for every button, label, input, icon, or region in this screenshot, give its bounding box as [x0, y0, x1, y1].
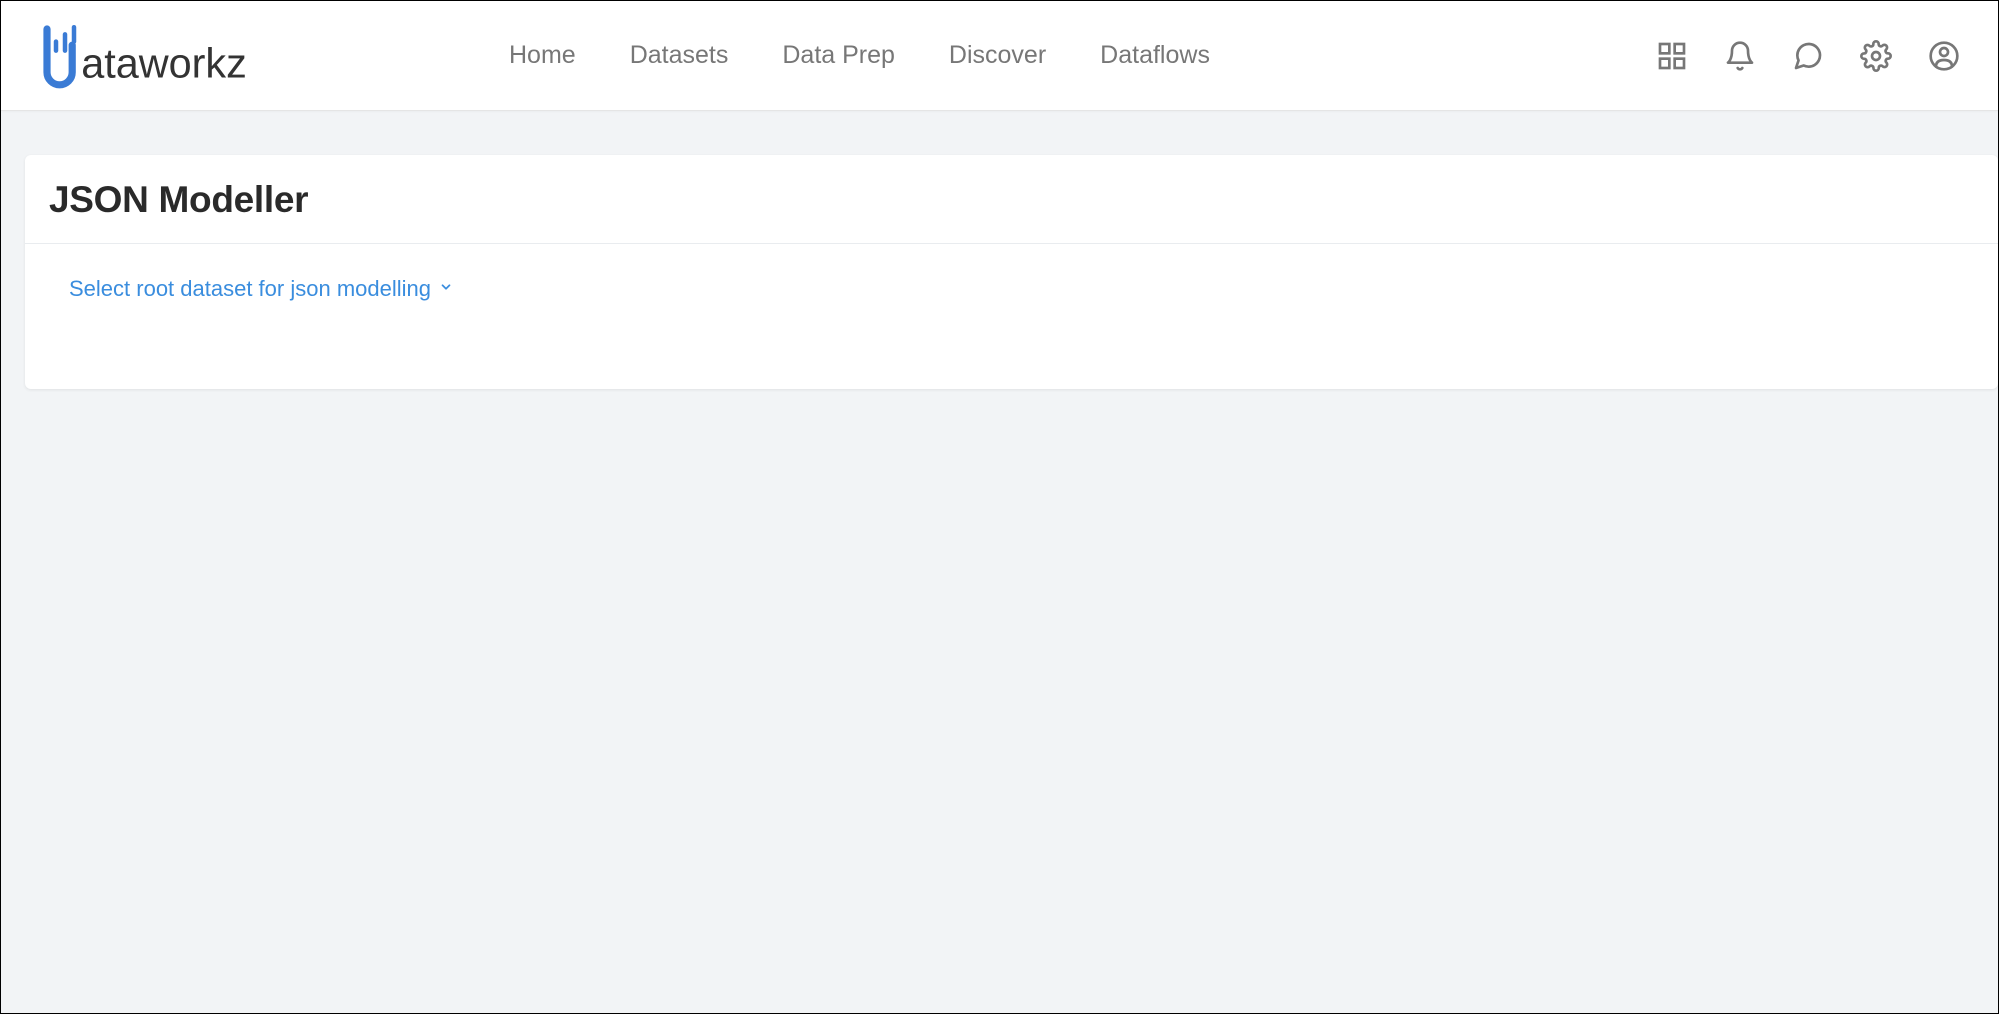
svg-text:ataworkz: ataworkz	[81, 40, 247, 86]
root-dataset-dropdown[interactable]: Select root dataset for json modelling	[69, 276, 1954, 302]
chevron-down-icon	[439, 280, 453, 298]
json-modeller-panel: JSON Modeller Select root dataset for js…	[25, 155, 1998, 389]
user-profile-icon[interactable]	[1928, 40, 1960, 72]
nav-dataflows[interactable]: Dataflows	[1100, 41, 1210, 70]
brand-logo[interactable]: ataworkz	[29, 20, 509, 92]
apps-grid-icon[interactable]	[1656, 40, 1688, 72]
page-title: JSON Modeller	[49, 179, 1974, 221]
top-header: ataworkz Home Datasets Data Prep Discove…	[1, 1, 1998, 111]
panel-body: Select root dataset for json modelling	[25, 244, 1998, 344]
header-icons	[1656, 40, 1970, 72]
notifications-bell-icon[interactable]	[1724, 40, 1756, 72]
content-area: JSON Modeller Select root dataset for js…	[1, 111, 1998, 389]
panel-header: JSON Modeller	[25, 155, 1998, 244]
nav-datasets[interactable]: Datasets	[630, 41, 729, 70]
nav-menu: Home Datasets Data Prep Discover Dataflo…	[509, 41, 1210, 70]
dropdown-label: Select root dataset for json modelling	[69, 276, 431, 302]
nav-data-prep[interactable]: Data Prep	[782, 41, 895, 70]
chat-bubble-icon[interactable]	[1792, 40, 1824, 72]
settings-gear-icon[interactable]	[1860, 40, 1892, 72]
nav-discover[interactable]: Discover	[949, 41, 1046, 70]
nav-home[interactable]: Home	[509, 41, 576, 70]
dataworkz-logo-icon: ataworkz	[29, 20, 299, 92]
